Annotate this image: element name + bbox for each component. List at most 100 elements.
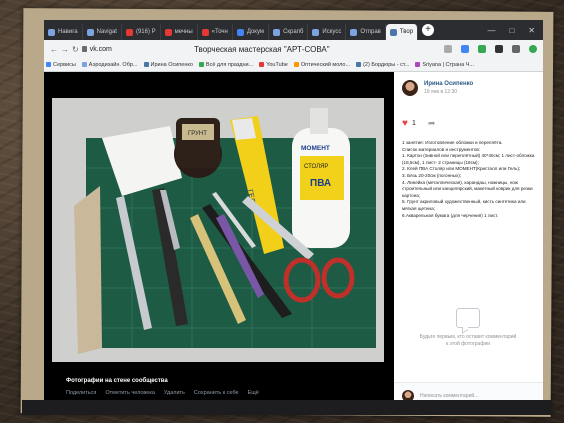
photo-sidebar: Ирина Осипенко 19 янв в 12:30 ♥ 1 ➦ 1 за… [394,72,543,408]
tab-favicon-icon [312,28,320,36]
tab-favicon-icon [125,28,133,36]
bookmark-icon [81,62,87,67]
tab-6[interactable]: Скрапб [269,24,309,40]
tab-favicon-icon [350,28,358,36]
maximize-icon[interactable]: □ [509,26,514,35]
tab-favicon-icon [86,28,94,36]
new-tab-button[interactable]: + [422,24,435,36]
viewer-actions: Поделиться Отметить человека Удалить Сохран… [66,390,259,396]
like-bar: ♥ 1 ➦ [402,118,435,129]
tab-0[interactable]: Навига [44,24,83,40]
tab-favicon-icon [48,28,55,36]
address-bar[interactable]: ← → ↻ vk.com Творческая мастерская "АРТ-… [44,40,543,58]
tab-5[interactable]: Докум [233,24,270,40]
post-author[interactable]: Ирина Осипенко 19 янв в 12:30 [402,80,473,96]
description-line: 6.Акварельная бумага (для черчения) 1 ли… [402,212,499,218]
tab-label: Navigat [96,29,117,35]
bookmark-label: Всё для праздни... [205,61,254,68]
bookmark-icon [415,62,421,67]
bookmark-item[interactable]: (2) Бордюры - ст... [356,62,409,68]
viewer-action-4[interactable]: Ещё [248,390,259,396]
comment-input[interactable]: Написать комментарий... [420,393,478,399]
bookmark-item[interactable]: YouTube [259,62,288,68]
tab-favicon-icon [201,28,209,36]
profile-icon[interactable] [529,45,537,53]
tab-8[interactable]: Отправ [346,24,386,40]
tab-label: Навига [58,29,78,35]
toolbar-extensions [444,45,543,53]
tab-label: Искусс [322,29,342,35]
no-comments: Будьте первым, кто оставит комментарий к… [418,308,518,348]
window-controls: — □ ✕ [487,26,543,35]
photo-viewer: ГРУНТ ГЕЛЬ МОМЕНТ СТОЛЯР ПВА Фотографии … [44,72,394,408]
description-line: 5. Грунт акриловый художественный, кисть… [402,199,526,211]
comment-bubble-icon [456,308,480,328]
reload-icon[interactable]: ↻ [72,45,79,54]
bookmark-icon [356,62,362,67]
bookmark-item[interactable]: Аэродизайн. Обр... [81,61,138,68]
tab-favicon-icon [164,28,172,36]
jar-label: ГРУНТ [188,131,207,137]
viewer-action-2[interactable]: Удалить [164,390,185,396]
bookmark-label: YouTube [266,61,288,68]
star-icon[interactable] [444,45,452,53]
translate-icon[interactable] [461,45,469,53]
bookmark-item[interactable]: Sriyana | Страна Ч... [415,62,474,68]
tab-favicon-icon [389,28,397,36]
post-date: 19 янв в 12:30 [424,89,458,95]
tab-9[interactable]: Твор [385,24,419,40]
description-line: 2. Клей ПВА Столяр или МОМЕНТ(Кристалл и… [402,166,521,172]
bookmark-icon [259,62,265,67]
tab-label: Твор [399,29,414,35]
lock-icon [81,46,87,52]
share-icon[interactable]: ➦ [428,118,436,129]
back-icon[interactable]: ← [50,45,58,54]
bookmark-label: Sriyana | Страна Ч... [422,61,475,68]
tab-label: «Точн [211,29,228,35]
bookmark-label: Ирина Осипенко [150,61,193,68]
description-line: 4. Линейка (металлическая), карандаш, но… [402,179,533,198]
viewer-action-3[interactable]: Сохранить к себе [194,390,239,396]
menu-icon[interactable] [512,45,520,53]
tab-2[interactable]: (916) P [122,24,161,40]
forward-icon[interactable]: → [61,45,69,54]
tab-1[interactable]: Navigat [83,24,122,40]
browser-window: Навига Navigat (916) P мечны «Точн Докум Скрап… [44,20,543,408]
heart-icon[interactable]: ♥ [402,118,408,129]
tab-7[interactable]: Искусс [308,24,347,40]
caption-title: Фотографии на стене сообщества [66,378,168,384]
bookmark-label: (2) Бордюры - ст... [363,61,410,68]
taskbar [22,400,552,415]
extension-icon[interactable] [478,45,486,53]
bookmark-item[interactable]: Сервисы [46,62,76,68]
url-text[interactable]: vk.com [90,46,112,53]
bookmark-label: Аэродизайн. Обр... [88,61,138,68]
bottle-brand: МОМЕНТ [301,145,330,152]
tab-4[interactable]: «Точн [198,24,233,40]
bookmark-icon [198,62,204,67]
bottle-sub: СТОЛЯР [304,164,328,170]
viewer-action-0[interactable]: Поделиться [66,390,96,396]
photo-illustration: ГРУНТ ГЕЛЬ МОМЕНТ СТОЛЯР ПВА [52,98,384,362]
tab-label: Отправ [360,29,381,35]
avatar[interactable] [402,80,418,96]
post-description: 1 занятие: Изготовление обложки и перепл… [402,140,540,219]
tab-3[interactable]: мечны [161,24,198,40]
minimize-icon[interactable]: — [487,26,495,35]
tab-label: (916) P [135,29,156,35]
bookmark-item[interactable]: Оптический моло... [293,61,351,68]
description-line: 1. Картон (пивной или переплётный) 40*40… [402,153,535,165]
close-icon[interactable]: ✕ [528,26,535,35]
author-name[interactable]: Ирина Осипенко [424,81,473,87]
grid-icon[interactable] [495,45,503,53]
photo[interactable]: ГРУНТ ГЕЛЬ МОМЕНТ СТОЛЯР ПВА [52,98,384,362]
bookmark-label: Оптический моло... [300,61,351,68]
bookmark-item[interactable]: Ирина Осипенко [143,61,193,68]
bookmark-item[interactable]: Всё для праздни... [198,61,254,68]
bookmark-icon [293,62,299,67]
page-title: Творческая мастерская "АРТ-СОВА" [194,44,330,54]
description-line: 3. Бязь 20-20см (погонных); [402,172,462,178]
viewer-caption: Фотографии на стене сообщества Поделитьс… [66,378,259,396]
viewer-action-1[interactable]: Отметить человека [105,390,155,396]
bookmark-icon [143,62,149,67]
